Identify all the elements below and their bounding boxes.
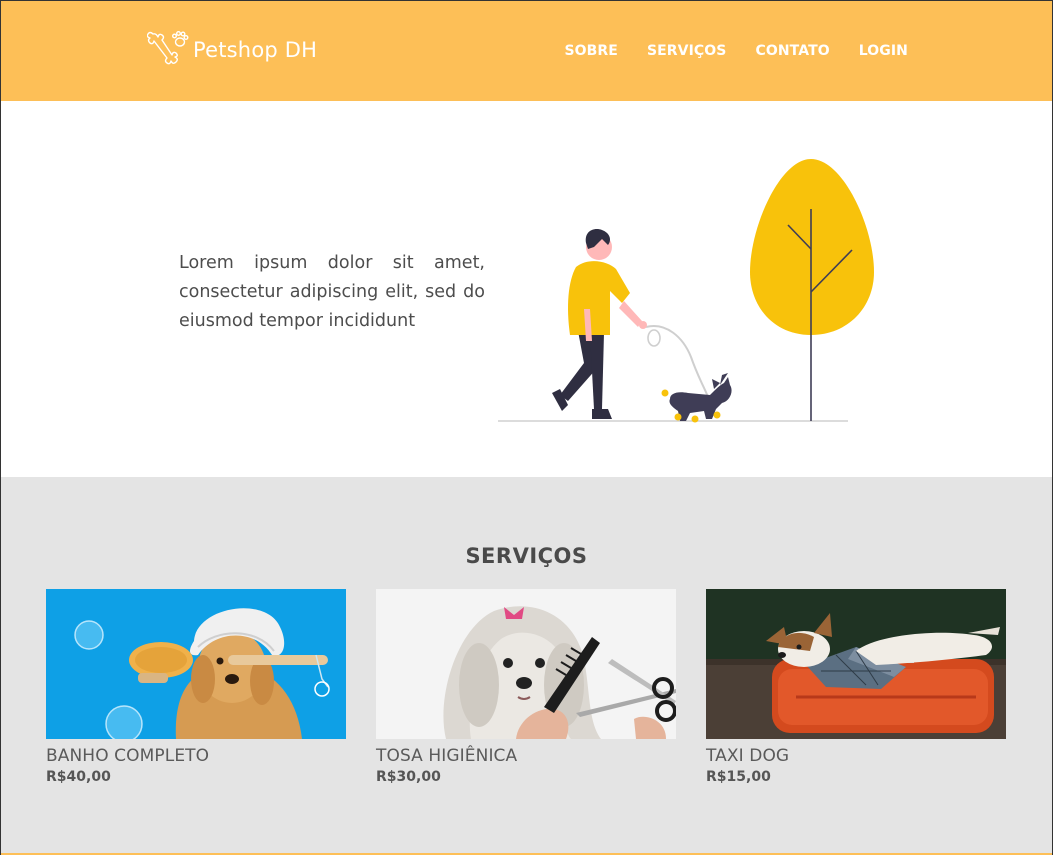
service-price: R$30,00 [376, 769, 441, 785]
service-price: R$40,00 [46, 769, 111, 785]
bone-paw-icon [147, 31, 189, 65]
hero-section: Lorem ipsum dolor sit amet, consectetur … [1, 101, 1052, 477]
services-title: SERVIÇOS [465, 544, 588, 568]
dog-bath-photo [46, 589, 346, 739]
service-name: TOSA HIGIÊNICA [376, 746, 518, 766]
nav-link-login[interactable]: LOGIN [859, 43, 908, 59]
dog-walk-illustration [498, 159, 874, 423]
dog-on-suitcase-photo [706, 589, 1006, 739]
hero-text: Lorem ipsum dolor sit amet, consectetur … [179, 253, 485, 331]
nav-link-sobre[interactable]: SOBRE [564, 43, 618, 59]
service-price: R$15,00 [706, 769, 771, 785]
service-card[interactable]: BANHO COMPLETO R$40,00 [46, 589, 346, 785]
main-nav: SOBRE SERVIÇOS CONTATO LOGIN [564, 43, 908, 59]
service-card[interactable]: TAXI DOG R$15,00 [706, 589, 1006, 785]
nav-link-contato[interactable]: CONTATO [755, 43, 829, 59]
service-card[interactable]: TOSA HIGIÊNICA R$30,00 [376, 589, 676, 785]
service-name: BANHO COMPLETO [46, 746, 210, 766]
site-header: Petshop DH SOBRE SERVIÇOS CONTATO LOGIN [1, 1, 1052, 101]
service-name: TAXI DOG [706, 746, 790, 766]
services-section: SERVIÇOS BANHO COMPLETO R$40,00 TOSA HIG… [1, 477, 1052, 853]
dog-grooming-photo [376, 589, 676, 739]
nav-link-servicos[interactable]: SERVIÇOS [647, 43, 727, 59]
logo-link[interactable]: Petshop DH [147, 29, 317, 71]
logo-text: Petshop DH [193, 38, 318, 62]
